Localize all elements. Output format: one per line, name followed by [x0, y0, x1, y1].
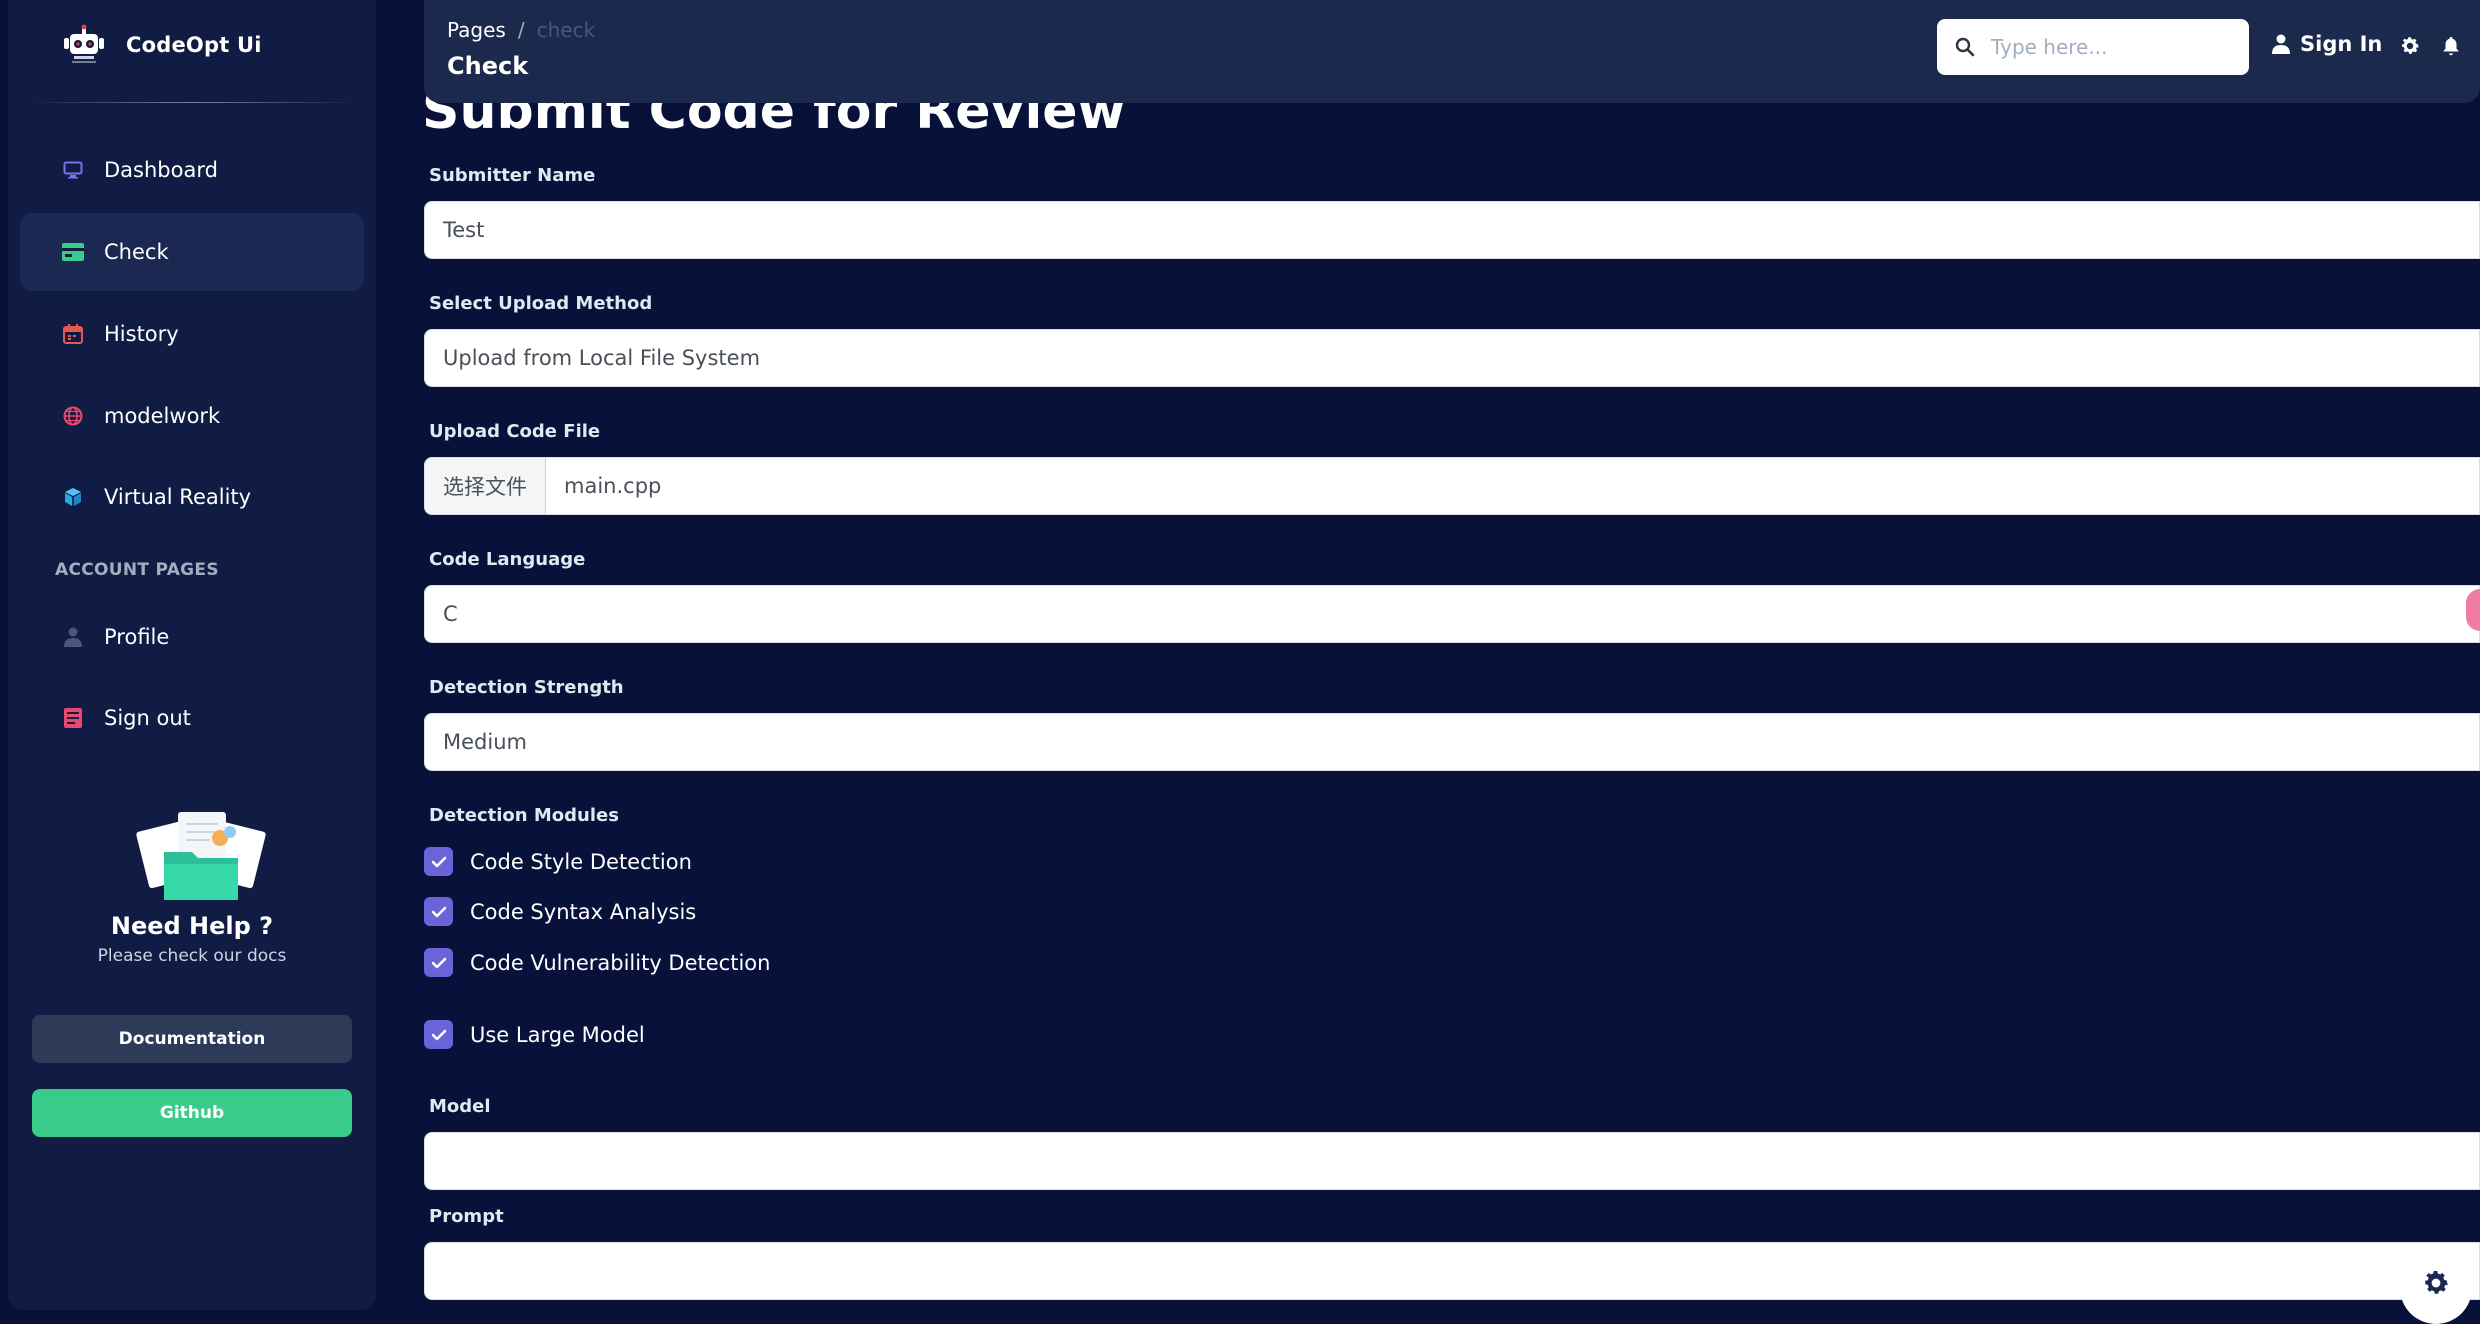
globe-icon: [62, 405, 84, 427]
sign-in-label: Sign In: [2300, 32, 2383, 56]
detection-strength-select[interactable]: Medium: [424, 713, 2480, 771]
sign-in-link[interactable]: Sign In: [2272, 32, 2382, 56]
robot-logo-icon: [64, 24, 104, 63]
code-language-select[interactable]: C: [424, 585, 2480, 643]
search-input[interactable]: [1989, 34, 2229, 60]
sidebar-item-label: Check: [104, 240, 169, 264]
brand[interactable]: CodeOpt Ui: [60, 24, 262, 66]
checkmark-icon: [431, 1029, 446, 1040]
search-icon: [1955, 37, 1975, 57]
top-navbar: Pages / check Check Sign In: [424, 0, 2480, 103]
submitter-name-input[interactable]: Test: [424, 201, 2480, 259]
detection-strength-value: Medium: [443, 730, 527, 754]
section-title-account: ACCOUNT PAGES: [55, 560, 219, 580]
docs-folder-illustration-icon: [136, 812, 266, 900]
checkbox[interactable]: [424, 1020, 453, 1049]
module-syntax-analysis[interactable]: Code Syntax Analysis: [424, 897, 696, 926]
upload-method-label: Select Upload Method: [429, 293, 653, 314]
submitter-name-value: Test: [443, 218, 485, 242]
help-title: Need Help ?: [110, 912, 274, 940]
monitor-icon: [62, 159, 84, 181]
detection-modules-label: Detection Modules: [429, 805, 619, 826]
person-icon: [62, 626, 84, 648]
upload-file-input[interactable]: 选择文件 main.cpp: [424, 457, 2480, 515]
breadcrumb: Pages / check: [447, 18, 595, 42]
gear-icon[interactable]: [2399, 35, 2421, 57]
prompt-label: Prompt: [429, 1206, 504, 1227]
sidebar: CodeOpt Ui Dashboard Check History model…: [8, 0, 376, 1310]
checkbox-label: Code Style Detection: [470, 849, 692, 874]
checkbox-label: Code Vulnerability Detection: [470, 950, 771, 975]
card-icon: [62, 241, 84, 263]
person-icon: [2272, 34, 2290, 54]
sidebar-item-label: modelwork: [104, 404, 221, 428]
model-input[interactable]: [424, 1132, 2480, 1190]
help-subtitle: Please check our docs: [97, 946, 287, 966]
sidebar-item-check[interactable]: Check: [20, 213, 364, 291]
module-style-detection[interactable]: Code Style Detection: [424, 847, 692, 876]
model-label: Model: [429, 1096, 491, 1117]
upload-file-label: Upload Code File: [429, 421, 601, 442]
scroll-indicator[interactable]: [2466, 589, 2480, 631]
checkmark-icon: [431, 957, 446, 968]
chosen-filename: main.cpp: [564, 474, 662, 498]
upload-method-value: Upload from Local File System: [443, 346, 761, 370]
sidebar-item-history[interactable]: History: [20, 295, 364, 373]
code-language-label: Code Language: [429, 549, 586, 570]
checkbox[interactable]: [424, 948, 453, 977]
module-vulnerability-detection[interactable]: Code Vulnerability Detection: [424, 948, 770, 977]
checkbox-label: Use Large Model: [470, 1022, 645, 1047]
sidebar-item-label: History: [104, 322, 179, 346]
checkmark-icon: [431, 856, 446, 867]
detection-strength-label: Detection Strength: [429, 677, 624, 698]
sidebar-item-sign-out[interactable]: Sign out: [20, 679, 364, 757]
calendar-icon: [62, 323, 84, 345]
sidebar-item-dashboard[interactable]: Dashboard: [20, 131, 364, 209]
sidebar-item-label: Profile: [104, 625, 170, 649]
documentation-button[interactable]: Documentation: [32, 1015, 352, 1063]
page-title: Check: [447, 52, 529, 80]
brand-divider: [28, 102, 358, 103]
settings-fab[interactable]: [2400, 1252, 2472, 1324]
search-box[interactable]: [1937, 19, 2249, 75]
sidebar-item-label: Dashboard: [104, 158, 218, 182]
sidebar-item-label: Sign out: [104, 706, 191, 730]
use-large-model-toggle[interactable]: Use Large Model: [424, 1020, 645, 1049]
brand-name: CodeOpt Ui: [126, 33, 262, 57]
upload-method-select[interactable]: Upload from Local File System: [424, 329, 2480, 387]
submitter-name-label: Submitter Name: [429, 165, 596, 186]
sidebar-item-modelwork[interactable]: modelwork: [20, 377, 364, 455]
code-language-value: C: [443, 602, 458, 626]
breadcrumb-current: check: [536, 18, 596, 42]
checkbox-label: Code Syntax Analysis: [470, 899, 697, 924]
checkmark-icon: [431, 906, 446, 917]
sidebar-item-label: Virtual Reality: [104, 485, 252, 509]
sidebar-item-profile[interactable]: Profile: [20, 598, 364, 676]
sidebar-item-virtual-reality[interactable]: Virtual Reality: [20, 458, 364, 536]
breadcrumb-root[interactable]: Pages: [447, 18, 506, 42]
checkbox[interactable]: [424, 897, 453, 926]
gear-icon: [2425, 1271, 2448, 1294]
github-button[interactable]: Github: [32, 1089, 352, 1137]
document-icon: [62, 707, 84, 729]
choose-file-button[interactable]: 选择文件: [425, 458, 546, 514]
breadcrumb-separator: /: [517, 18, 525, 42]
prompt-input[interactable]: [424, 1242, 2480, 1300]
cube-icon: [62, 486, 84, 508]
bell-icon[interactable]: [2440, 35, 2462, 57]
checkbox[interactable]: [424, 847, 453, 876]
